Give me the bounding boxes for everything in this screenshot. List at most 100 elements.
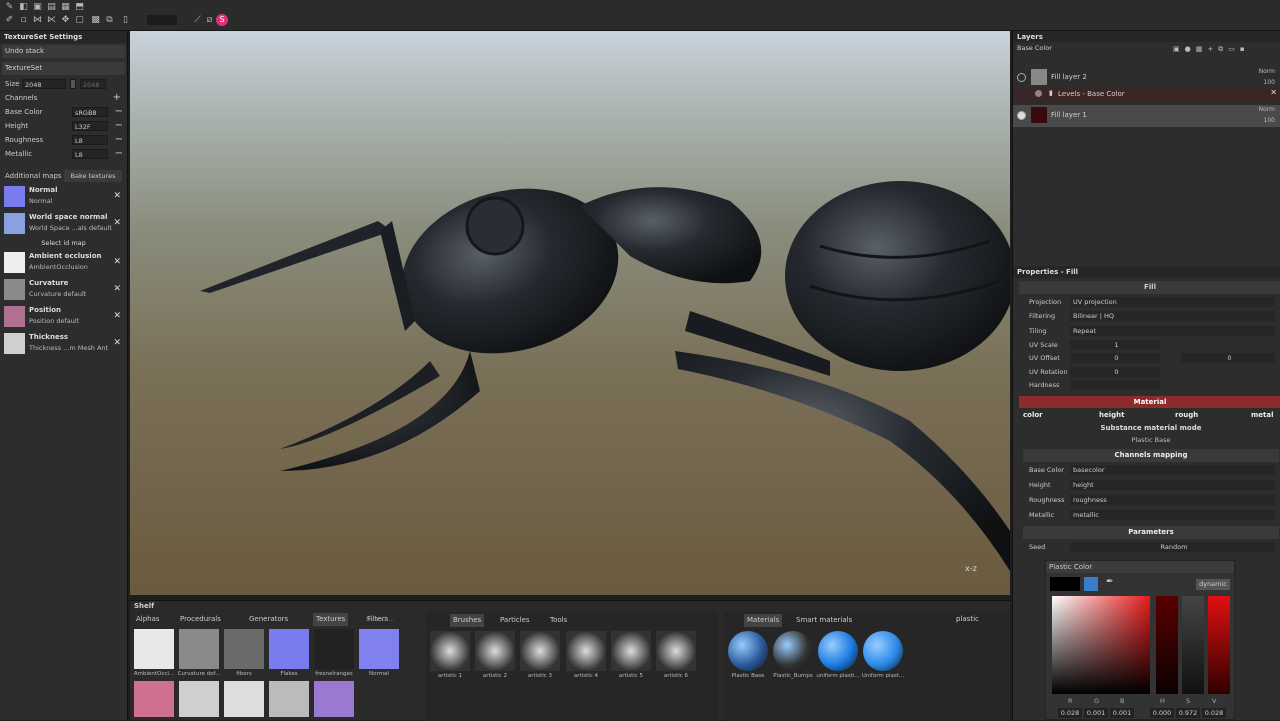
texture-thumbnail[interactable] bbox=[224, 629, 264, 669]
channel-format-select[interactable]: sRGB8 bbox=[72, 107, 108, 117]
texture-thumbnail[interactable] bbox=[134, 681, 174, 717]
eyedropper-icon[interactable]: ✒ bbox=[1106, 577, 1114, 587]
select-icon[interactable]: ▫ bbox=[18, 15, 29, 26]
channel-format-select[interactable]: L8 bbox=[72, 135, 108, 145]
red-slider[interactable] bbox=[1156, 596, 1178, 694]
ruler-icon[interactable]: ⋈ bbox=[32, 15, 43, 26]
mapping-select[interactable]: roughness bbox=[1070, 495, 1275, 505]
duplicate-icon[interactable]: ⧉ bbox=[1218, 45, 1228, 53]
texture-thumbnail[interactable] bbox=[269, 629, 309, 669]
bake-textures-button[interactable]: Bake textures bbox=[64, 170, 122, 182]
add-effect-icon[interactable]: ● bbox=[1185, 45, 1196, 53]
brush-tab[interactable]: Particles bbox=[500, 614, 530, 627]
channels-mapping-header[interactable]: Channels mapping bbox=[1023, 449, 1279, 462]
shelf-search-input[interactable]: Search... bbox=[366, 614, 412, 625]
channel-value[interactable]: 0.028 bbox=[1058, 708, 1082, 718]
material-thumbnail[interactable] bbox=[863, 631, 903, 671]
brush-thumbnail[interactable] bbox=[430, 631, 470, 671]
material-channel-tab[interactable]: rough bbox=[1175, 411, 1198, 419]
map-item[interactable]: Thickness Thickness ...m Mesh Ant ✕ bbox=[0, 330, 127, 357]
grid-icon[interactable]: ▩ bbox=[90, 15, 101, 26]
texture-thumbnail[interactable] bbox=[134, 629, 174, 669]
textureset-tab[interactable]: TextureSet bbox=[2, 62, 125, 75]
split-icon[interactable]: ▯ bbox=[120, 15, 131, 26]
add-mask-icon[interactable]: ▣ bbox=[1173, 45, 1185, 53]
material-thumbnail[interactable] bbox=[773, 631, 813, 671]
size-select[interactable]: 2048 bbox=[22, 79, 66, 89]
map-item[interactable]: Position Position default ✕ bbox=[0, 303, 127, 330]
channel-value[interactable]: 0.001 bbox=[1084, 708, 1108, 718]
mapping-select[interactable]: metallic bbox=[1070, 510, 1275, 520]
layer-channel-select[interactable]: Base Color bbox=[1017, 44, 1052, 52]
property-value[interactable]: UV projection bbox=[1070, 297, 1275, 307]
channel-value[interactable]: 0.028 bbox=[1202, 708, 1226, 718]
delete-icon[interactable]: ▪ bbox=[1240, 45, 1250, 53]
substance-logo-icon[interactable]: S bbox=[216, 14, 228, 26]
remove-channel-icon[interactable]: − bbox=[115, 147, 123, 161]
color-swatch-previous[interactable] bbox=[1084, 577, 1098, 591]
brush-tab[interactable]: Tools bbox=[550, 614, 567, 627]
texture-thumbnail[interactable] bbox=[314, 681, 354, 717]
remove-channel-icon[interactable]: − bbox=[115, 105, 123, 119]
remove-map-icon[interactable]: ✕ bbox=[113, 257, 121, 267]
channel-value[interactable]: 0.001 bbox=[1110, 708, 1134, 718]
brush-thumbnail[interactable] bbox=[611, 631, 651, 671]
remove-map-icon[interactable]: ✕ bbox=[113, 338, 121, 348]
material-thumbnail[interactable] bbox=[728, 631, 768, 671]
visibility-icon[interactable] bbox=[1017, 111, 1026, 120]
material-thumbnail[interactable] bbox=[818, 631, 858, 671]
3d-viewport[interactable]: x-z bbox=[130, 31, 1010, 595]
material-channel-tab[interactable]: height bbox=[1099, 411, 1124, 419]
uv-offset-y[interactable]: 0 bbox=[1181, 353, 1275, 363]
layer-row[interactable]: ▮ Levels - Base Color ✕ bbox=[1013, 88, 1280, 102]
projection-icon[interactable]: ▣ bbox=[32, 2, 43, 13]
property-value[interactable]: Bilinear | HQ bbox=[1070, 311, 1275, 321]
symmetry-icon[interactable]: ⋉ bbox=[46, 15, 57, 26]
texture-thumbnail[interactable] bbox=[359, 629, 399, 669]
saturation-value-field[interactable] bbox=[1052, 596, 1150, 694]
add-channel-icon[interactable]: + bbox=[113, 91, 121, 105]
channel-format-select[interactable]: L8 bbox=[72, 149, 108, 159]
visibility-icon[interactable] bbox=[1035, 90, 1042, 97]
remove-channel-icon[interactable]: − bbox=[115, 133, 123, 147]
seed-value[interactable]: Random bbox=[1070, 542, 1275, 552]
value-slider[interactable] bbox=[1208, 596, 1230, 694]
map-item[interactable]: Normal Normal ✕ bbox=[0, 183, 127, 210]
remove-map-icon[interactable]: ✕ bbox=[113, 311, 121, 321]
map-item[interactable]: Ambient occlusion AmbientOcclusion ✕ bbox=[0, 249, 127, 276]
shelf-tab[interactable]: Alphas bbox=[136, 613, 160, 626]
add-layer-icon[interactable]: + bbox=[1207, 45, 1218, 53]
picker-icon[interactable]: ⬒ bbox=[74, 2, 85, 13]
property-value[interactable]: Repeat bbox=[1070, 326, 1275, 336]
screenshot-icon[interactable]: ⧉ bbox=[104, 15, 115, 26]
texture-thumbnail[interactable] bbox=[179, 681, 219, 717]
brush-thumbnail[interactable] bbox=[656, 631, 696, 671]
layer-opacity[interactable]: 100 bbox=[1264, 79, 1275, 86]
eraser-icon[interactable]: ◧ bbox=[18, 2, 29, 13]
size-select-2[interactable]: 2048 bbox=[80, 79, 106, 89]
property-value[interactable] bbox=[1070, 380, 1160, 390]
material-filter[interactable]: plastic bbox=[956, 615, 979, 623]
remove-map-icon[interactable]: ✕ bbox=[113, 284, 121, 294]
property-value[interactable]: 0 bbox=[1070, 367, 1160, 377]
mapping-select[interactable]: basecolor bbox=[1070, 465, 1275, 475]
select-id-map-button[interactable]: Select id map bbox=[0, 237, 127, 249]
map-item[interactable]: Curvature Curvature default ✕ bbox=[0, 276, 127, 303]
channel-value[interactable]: 0.000 bbox=[1150, 708, 1174, 718]
texture-thumbnail[interactable] bbox=[269, 681, 309, 717]
material-tab[interactable]: Smart materials bbox=[796, 614, 852, 627]
material-tab[interactable]: Materials bbox=[744, 614, 783, 627]
folder-icon[interactable]: ▭ bbox=[1228, 45, 1240, 53]
channel-format-select[interactable]: L32F bbox=[72, 121, 108, 131]
layer-opacity[interactable]: 100 bbox=[1264, 117, 1275, 124]
edit-icon[interactable]: ⟋ bbox=[192, 15, 203, 26]
channel-value[interactable]: 0.972 bbox=[1176, 708, 1200, 718]
layer-row[interactable]: Fill layer 2 Norm 100 bbox=[1013, 67, 1280, 89]
add-fill-icon[interactable]: ▦ bbox=[1196, 45, 1208, 53]
parameters-header[interactable]: Parameters bbox=[1023, 526, 1279, 539]
material-header[interactable]: Material bbox=[1019, 396, 1280, 408]
texture-thumbnail[interactable] bbox=[314, 629, 354, 669]
material-channel-tab[interactable]: metal bbox=[1251, 411, 1274, 419]
lock-icon[interactable] bbox=[70, 79, 76, 89]
smudge-icon[interactable]: ▤ bbox=[46, 2, 57, 13]
